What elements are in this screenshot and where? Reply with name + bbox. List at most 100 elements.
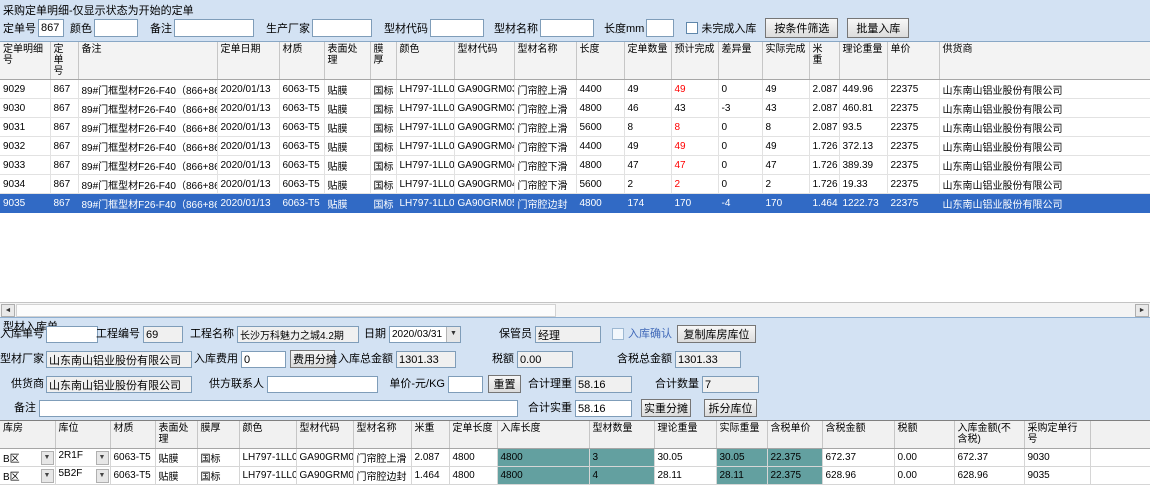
cell[interactable]: 4400: [576, 80, 624, 99]
cell[interactable]: GA90GRM03: [454, 80, 514, 99]
cell[interactable]: 4800: [576, 156, 624, 175]
filter-profile-code-input[interactable]: [430, 19, 484, 37]
cell[interactable]: 2: [762, 175, 809, 194]
cell[interactable]: 30.05: [716, 448, 767, 466]
cell[interactable]: 9032: [0, 137, 50, 156]
cell[interactable]: 867: [50, 99, 78, 118]
column-header[interactable]: 表面处理: [155, 421, 197, 448]
filter-remark-input[interactable]: [174, 19, 254, 37]
dropdown-arrow-icon[interactable]: ▼: [96, 469, 109, 483]
cell[interactable]: 2020/01/13: [217, 118, 279, 137]
cell[interactable]: 170: [671, 194, 718, 213]
cell[interactable]: 贴膜: [324, 99, 370, 118]
cell[interactable]: 0: [718, 80, 762, 99]
cell[interactable]: 2020/01/13: [217, 156, 279, 175]
cell[interactable]: 贴膜: [324, 118, 370, 137]
cell[interactable]: 9029: [0, 80, 50, 99]
cell[interactable]: 山东南山铝业股份有限公司: [939, 194, 1150, 213]
cell[interactable]: 6063-T5: [279, 80, 324, 99]
column-header[interactable]: 型材代码: [296, 421, 353, 448]
cell[interactable]: 43: [762, 99, 809, 118]
cell[interactable]: 0: [718, 156, 762, 175]
cell[interactable]: 22375: [887, 80, 939, 99]
cell[interactable]: 门帘腔下滑: [514, 156, 576, 175]
cell[interactable]: 门帘腔下滑: [514, 175, 576, 194]
cell[interactable]: 89#门框型材F26-F40（866+867）: [78, 194, 217, 213]
filter-profile-name-input[interactable]: [540, 19, 594, 37]
cell[interactable]: 93.5: [839, 118, 887, 137]
cell[interactable]: 山东南山铝业股份有限公司: [939, 137, 1150, 156]
cell[interactable]: 国标: [370, 194, 396, 213]
cell[interactable]: 19.33: [839, 175, 887, 194]
cell[interactable]: 贴膜: [155, 466, 197, 484]
copy-location-button[interactable]: 复制库房库位: [677, 325, 756, 343]
cell[interactable]: 0.00: [894, 448, 954, 466]
cell[interactable]: GA90GRM03: [454, 118, 514, 137]
cell[interactable]: GA90GRM04: [454, 156, 514, 175]
filter-order-no-input[interactable]: [38, 19, 64, 37]
date-input[interactable]: 2020/03/31 ▼: [389, 326, 461, 343]
cell[interactable]: 山东南山铝业股份有限公司: [939, 80, 1150, 99]
table-row[interactable]: 903086789#门框型材F26-F40（866+867）2020/01/13…: [0, 99, 1150, 118]
cell[interactable]: 国标: [370, 80, 396, 99]
cell[interactable]: 9033: [0, 156, 50, 175]
cell[interactable]: 9035: [1024, 466, 1090, 484]
total-theory-weight-input[interactable]: [575, 376, 632, 393]
table-row[interactable]: 903486789#门框型材F26-F40（866+867）2020/01/13…: [0, 175, 1150, 194]
cell[interactable]: ▼B区: [0, 466, 55, 484]
column-header[interactable]: 差异量: [718, 42, 762, 80]
note-input[interactable]: [39, 400, 518, 417]
cell[interactable]: 贴膜: [324, 194, 370, 213]
cell[interactable]: 国标: [197, 448, 239, 466]
supplier-contact-input[interactable]: [267, 376, 378, 393]
cell[interactable]: 门帘腔上滑: [514, 99, 576, 118]
cell[interactable]: 0.00: [894, 466, 954, 484]
column-header[interactable]: 备注: [78, 42, 217, 80]
supplier-input[interactable]: [46, 376, 192, 393]
cell[interactable]: 门帘腔下滑: [514, 137, 576, 156]
cell[interactable]: 628.96: [954, 466, 1024, 484]
cell[interactable]: 389.39: [839, 156, 887, 175]
cell[interactable]: 6063-T5: [279, 99, 324, 118]
cell[interactable]: 0: [718, 175, 762, 194]
cell[interactable]: 47: [671, 156, 718, 175]
table-row[interactable]: 903286789#门框型材F26-F40（866+867）2020/01/13…: [0, 137, 1150, 156]
scroll-left-icon[interactable]: ◄: [1, 304, 15, 317]
table-row[interactable]: 903586789#门框型材F26-F40（866+867）2020/01/13…: [0, 194, 1150, 213]
cell[interactable]: 门帘腔边封: [514, 194, 576, 213]
cell[interactable]: 43: [671, 99, 718, 118]
cell[interactable]: 867: [50, 156, 78, 175]
filter-length-input[interactable]: [646, 19, 674, 37]
column-header[interactable]: 米重: [411, 421, 449, 448]
horizontal-scrollbar[interactable]: ◄ ►: [0, 302, 1150, 317]
column-header[interactable]: 含税金额: [822, 421, 894, 448]
cell[interactable]: 867: [50, 118, 78, 137]
column-header[interactable]: 型材代码: [454, 42, 514, 80]
column-header[interactable]: 理论重量: [654, 421, 716, 448]
column-header[interactable]: 定单号: [50, 42, 78, 80]
cell[interactable]: 49: [624, 80, 671, 99]
cell[interactable]: 89#门框型材F26-F40（866+867）: [78, 137, 217, 156]
dropdown-arrow-icon[interactable]: ▼: [41, 469, 54, 483]
project-no-input[interactable]: [143, 326, 183, 343]
calendar-dropdown-icon[interactable]: ▼: [446, 327, 460, 342]
cell[interactable]: -4: [718, 194, 762, 213]
cell[interactable]: 28.11: [716, 466, 767, 484]
cell[interactable]: 372.13: [839, 137, 887, 156]
cell[interactable]: 门帘腔边封: [353, 466, 411, 484]
column-header[interactable]: 库房: [0, 421, 55, 448]
cell[interactable]: 22.375: [767, 448, 822, 466]
column-header[interactable]: 型材数量: [589, 421, 654, 448]
cell[interactable]: 6063-T5: [279, 137, 324, 156]
column-header[interactable]: 米重: [809, 42, 839, 80]
cell[interactable]: 22375: [887, 194, 939, 213]
column-header[interactable]: 入库金额(不含税): [954, 421, 1024, 448]
cell[interactable]: 46: [624, 99, 671, 118]
cell[interactable]: 国标: [370, 99, 396, 118]
cell[interactable]: 6063-T5: [279, 175, 324, 194]
column-header[interactable]: 采购定单行号: [1024, 421, 1090, 448]
cell[interactable]: 8: [624, 118, 671, 137]
cell[interactable]: 22375: [887, 137, 939, 156]
cell[interactable]: 门帘腔上滑: [353, 448, 411, 466]
cell[interactable]: 28.11: [654, 466, 716, 484]
